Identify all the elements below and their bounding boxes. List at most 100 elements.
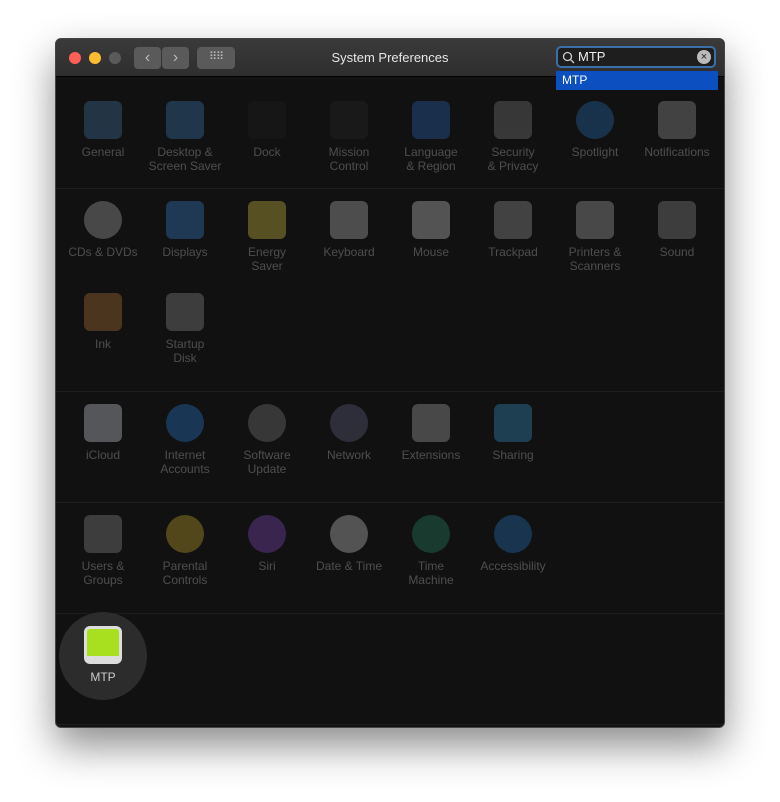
pref-pane-label: Desktop & Screen Saver <box>148 145 222 173</box>
lightbulb-icon <box>248 201 286 239</box>
pref-pane-accessibility[interactable]: Accessibility <box>472 513 554 605</box>
pref-pane-label: Software Update <box>243 448 291 476</box>
pref-pane-label: CDs & DVDs <box>68 245 138 259</box>
preference-section: MTP <box>56 612 724 725</box>
pref-pane-security-privacy[interactable]: Security & Privacy <box>472 99 554 191</box>
pref-pane-mission-control[interactable]: Mission Control <box>308 99 390 191</box>
clock-icon <box>330 515 368 553</box>
system-preferences-window: ‹ › ⠿⠿ System Preferences × MTP GeneralD… <box>55 38 725 728</box>
time-machine-icon <box>412 515 450 553</box>
pref-pane-label: Extensions <box>401 448 461 462</box>
pref-pane-energy-saver[interactable]: Energy Saver <box>226 199 308 291</box>
dock-icon <box>248 101 286 139</box>
search-input[interactable] <box>578 49 693 64</box>
pref-pane-software-update[interactable]: Software Update <box>226 402 308 494</box>
search-field[interactable]: × <box>556 46 716 68</box>
pref-pane-displays[interactable]: Displays <box>144 199 226 291</box>
keyboard-icon <box>330 201 368 239</box>
pref-pane-internet-accounts[interactable]: Internet Accounts <box>144 402 226 494</box>
notifications-icon <box>658 101 696 139</box>
search-suggestion[interactable]: MTP <box>556 71 718 90</box>
gear-icon <box>248 404 286 442</box>
pref-pane-printers-scanners[interactable]: Printers & Scanners <box>554 199 636 291</box>
puzzle-icon <box>412 404 450 442</box>
pref-pane-label: Language & Region <box>404 145 458 173</box>
pref-pane-label: Printers & Scanners <box>568 245 622 273</box>
pref-pane-label: Trackpad <box>488 245 538 259</box>
globe-icon <box>330 404 368 442</box>
pref-pane-label: Ink <box>94 337 111 351</box>
pref-pane-label: Energy Saver <box>247 245 287 273</box>
pref-pane-time-machine[interactable]: Time Machine <box>390 513 472 605</box>
pref-pane-label: iCloud <box>85 448 121 462</box>
hard-disk-icon <box>166 293 204 331</box>
flag-icon <box>412 101 450 139</box>
preference-section: Users & Groups Parental Controls Siri Date … <box>56 503 724 614</box>
preference-section: CDs & DVDs Displays Energy Saver Keyboard Mo… <box>56 189 724 392</box>
pref-pane-extensions[interactable]: Extensions <box>390 402 472 494</box>
pref-pane-startup-disk[interactable]: Startup Disk <box>144 291 226 383</box>
pref-pane-network[interactable]: Network <box>308 402 390 494</box>
pref-pane-spotlight[interactable]: Spotlight <box>554 99 636 191</box>
magnifier-icon <box>576 101 614 139</box>
pref-pane-label: Security & Privacy <box>487 145 539 173</box>
pref-pane-language-region[interactable]: Language & Region <box>390 99 472 191</box>
pref-pane-label: Mouse <box>412 245 450 259</box>
display-icon <box>166 201 204 239</box>
pref-pane-sound[interactable]: Sound <box>636 199 718 291</box>
at-sign-icon <box>166 404 204 442</box>
pref-pane-label: Displays <box>162 245 208 259</box>
pref-pane-label: Time Machine <box>408 559 454 587</box>
search-icon <box>562 51 575 64</box>
mission-control-icon <box>330 101 368 139</box>
pref-pane-label: Notifications <box>644 145 710 159</box>
mouse-icon <box>412 201 450 239</box>
general-icon <box>84 101 122 139</box>
pref-pane-trackpad[interactable]: Trackpad <box>472 199 554 291</box>
pref-pane-label: Date & Time <box>315 559 383 573</box>
pref-pane-keyboard[interactable]: Keyboard <box>308 199 390 291</box>
pref-pane-users-groups[interactable]: Users & Groups <box>62 513 144 605</box>
icloud-icon <box>84 404 122 442</box>
pref-pane-label: Mission Control <box>328 145 370 173</box>
pref-pane-label: Accessibility <box>480 559 546 573</box>
pref-pane-label: Sound <box>659 245 695 259</box>
accessibility-icon <box>494 515 532 553</box>
trackpad-icon <box>494 201 532 239</box>
pref-pane-mouse[interactable]: Mouse <box>390 199 472 291</box>
pref-pane-icloud[interactable]: iCloud <box>62 402 144 494</box>
pref-pane-desktop-screen-saver[interactable]: Desktop & Screen Saver <box>144 99 226 191</box>
clear-search-icon[interactable]: × <box>697 50 711 64</box>
pref-pane-ink[interactable]: Ink <box>62 291 144 383</box>
ink-icon <box>84 293 122 331</box>
pref-pane-label: Spotlight <box>571 145 619 159</box>
parental-icon <box>166 515 204 553</box>
pref-pane-siri[interactable]: Siri <box>226 513 308 605</box>
pref-pane-cds-dvds[interactable]: CDs & DVDs <box>62 199 144 291</box>
pref-pane-label: Keyboard <box>323 245 375 259</box>
siri-icon <box>248 515 286 553</box>
pref-pane-label: Dock <box>253 145 281 159</box>
pref-pane-label: Users & Groups <box>81 559 125 587</box>
pref-pane-label: Network <box>326 448 371 462</box>
pref-pane-label: Internet Accounts <box>160 448 210 476</box>
house-lock-icon <box>494 101 532 139</box>
disc-icon <box>84 201 122 239</box>
pref-pane-general[interactable]: General <box>62 99 144 191</box>
pref-pane-date-time[interactable]: Date & Time <box>308 513 390 605</box>
preference-section: iCloud Internet Accounts Software Update Ne… <box>56 392 724 503</box>
users-icon <box>84 515 122 553</box>
pref-pane-parental-controls[interactable]: Parental Controls <box>144 513 226 605</box>
pref-pane-dock[interactable]: Dock <box>226 99 308 191</box>
printer-icon <box>576 201 614 239</box>
pref-pane-notifications[interactable]: Notifications <box>636 99 718 191</box>
desktop-icon <box>166 101 204 139</box>
speaker-icon <box>658 201 696 239</box>
pref-pane-label: General <box>81 145 125 159</box>
pref-pane-label: Siri <box>258 559 276 573</box>
pref-pane-mtp[interactable]: MTP <box>59 612 147 716</box>
pref-pane-sharing[interactable]: Sharing <box>472 402 554 494</box>
folder-icon <box>494 404 532 442</box>
pref-pane-label: MTP <box>90 670 116 684</box>
pref-pane-label: Parental Controls <box>162 559 208 587</box>
